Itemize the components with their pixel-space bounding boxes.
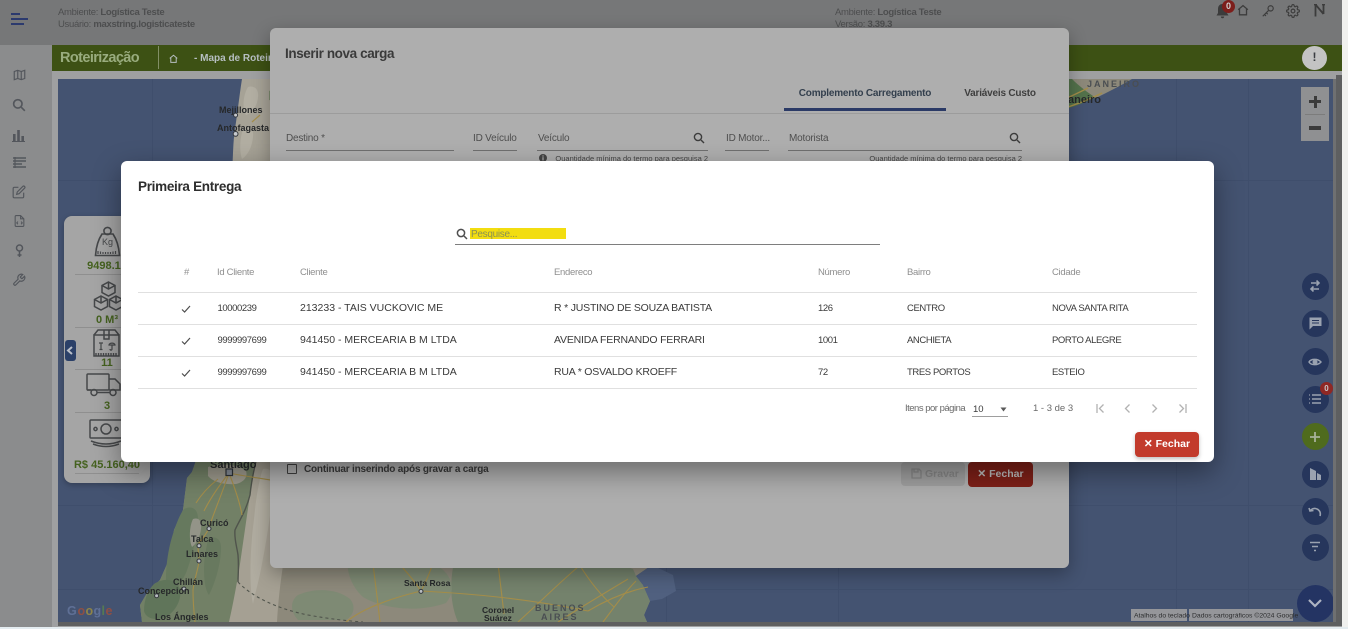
svg-text:Atalhos do teclado: Atalhos do teclado (1134, 613, 1190, 620)
svg-text:Dados cartográficos ©2024 Goog: Dados cartográficos ©2024 Google (1192, 612, 1298, 620)
svg-text:Suárez: Suárez (484, 613, 512, 622)
svg-text:g: g (94, 604, 101, 618)
svg-text:l: l (102, 604, 105, 618)
svg-text:JANEIRO: JANEIRO (1087, 79, 1141, 89)
svg-text:AIRES: AIRES (541, 612, 579, 622)
svg-text:aneiro: aneiro (1068, 94, 1101, 106)
svg-text:Kg: Kg (102, 237, 113, 247)
svg-text:Los Ángeles: Los Ángeles (155, 612, 209, 622)
svg-text:Concepción: Concepción (138, 586, 190, 596)
svg-text:Talca: Talca (191, 534, 214, 544)
svg-text:o: o (78, 604, 86, 618)
svg-text:G: G (67, 604, 76, 618)
svg-text:Santa Rosa: Santa Rosa (404, 578, 451, 588)
svg-text:Antofagasta: Antofagasta (217, 123, 270, 133)
svg-text:e: e (106, 604, 113, 618)
svg-text:Linares: Linares (186, 549, 218, 559)
svg-text:Mejillones: Mejillones (219, 105, 263, 115)
svg-text:Curicó: Curicó (200, 518, 229, 528)
svg-text:o: o (86, 604, 94, 618)
